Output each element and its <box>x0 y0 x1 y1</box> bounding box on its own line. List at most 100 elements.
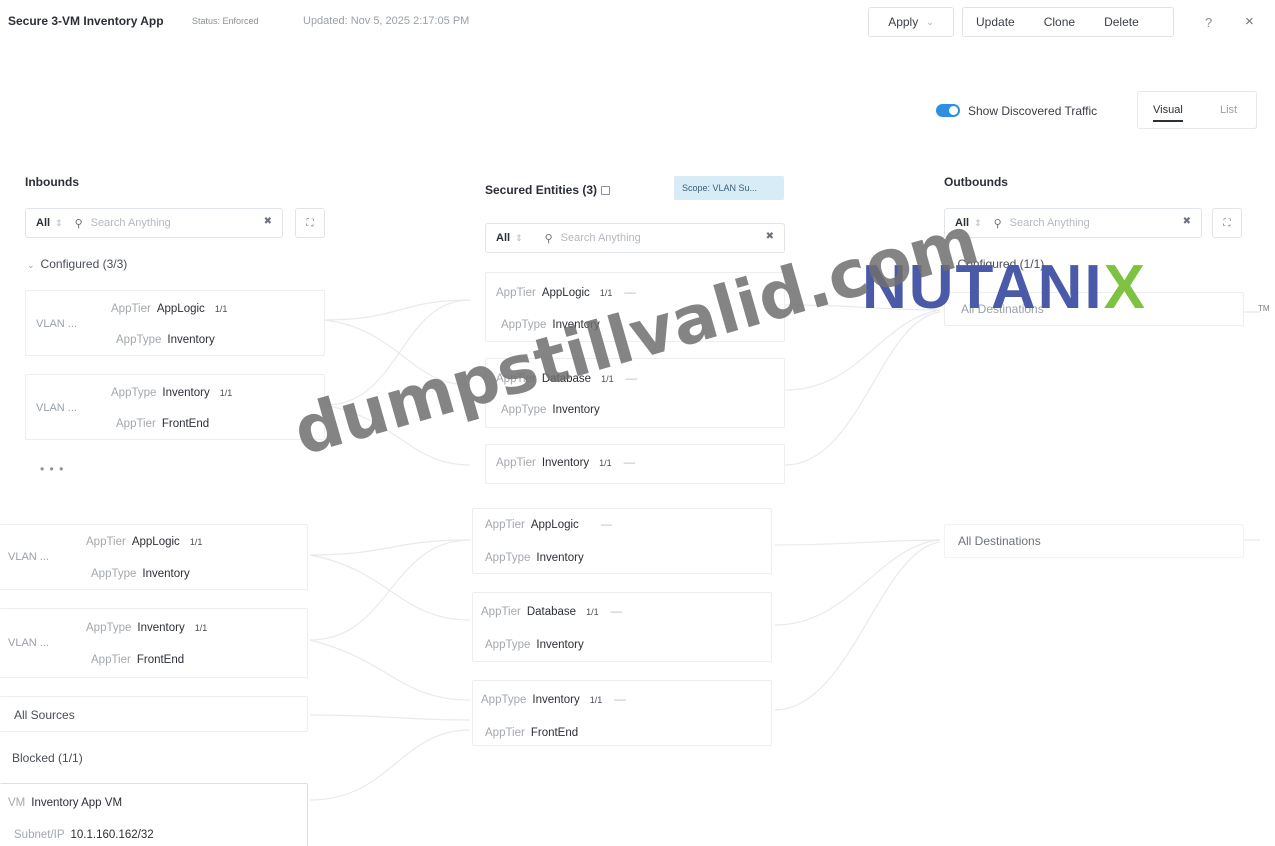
dash: — <box>614 694 626 706</box>
inbound-card[interactable]: VLAN ... AppType Inventory 1/1 AppTier Fron… <box>0 608 308 678</box>
link-line <box>774 539 941 546</box>
logo-trademark: TM <box>1258 304 1270 313</box>
inbounds-search-input[interactable]: Search Anything <box>91 217 171 229</box>
sort-icon: ⇕ <box>974 217 982 228</box>
category-value: Inventory <box>142 568 190 580</box>
all-sources-label: All Sources <box>14 708 75 722</box>
category-value: Inventory <box>167 334 215 346</box>
category-key: AppType <box>86 622 132 634</box>
match-count: 1/1 <box>599 288 613 298</box>
blocked-card-row: VM Inventory App VM <box>8 797 122 809</box>
sort-icon: ⇕ <box>55 217 63 228</box>
entity-row: AppTier AppLogic — <box>485 519 612 531</box>
search-icon: ⚲ <box>74 217 83 230</box>
category-key: AppTier <box>116 418 156 430</box>
info-icon[interactable] <box>601 186 611 195</box>
category-value: Inventory <box>162 387 210 399</box>
category-value: FrontEnd <box>161 418 210 430</box>
category-value: Database <box>526 606 577 618</box>
match-count: 1/1 <box>189 537 203 547</box>
dash: — <box>610 606 623 618</box>
outbounds-search-input[interactable]: Search Anything <box>1010 217 1090 229</box>
entity-row: AppTier Database 1/1 — <box>481 606 622 618</box>
destination-label: All Destinations <box>958 534 1041 548</box>
clear-icon[interactable]: ✖ <box>264 216 272 227</box>
inbound-card-row: AppType Inventory 1/1 <box>86 622 207 634</box>
inbound-card-row: AppTier AppLogic 1/1 <box>111 303 227 315</box>
inbound-card[interactable]: VLAN ... AppType Inventory 1/1 AppTier Fron… <box>25 374 325 440</box>
link-line <box>309 539 471 556</box>
expand-icon[interactable]: ⛶ <box>295 208 325 238</box>
logo-x: X <box>1103 253 1147 322</box>
category-key: AppType <box>111 387 157 399</box>
inbounds-title: Inbounds <box>25 175 79 189</box>
category-value: AppLogic <box>530 519 579 531</box>
category-key: AppTier <box>485 727 525 739</box>
inbounds-filter-select[interactable]: All <box>36 217 50 229</box>
category-value: AppLogic <box>131 536 180 548</box>
chevron-down-icon: ⌄ <box>27 260 35 270</box>
entity-row: AppType Inventory <box>485 552 584 564</box>
entity-row: AppType Inventory 1/1 — <box>481 694 626 706</box>
entity-row: AppType Inventory <box>485 639 584 651</box>
match-count: 1/1 <box>214 304 228 314</box>
entity-row: AppTier AppLogic 1/1— <box>496 287 636 299</box>
match-count: 1/1 <box>194 623 208 633</box>
match-count: 1/1 <box>586 607 599 617</box>
secured-entity-card[interactable]: AppType Inventory 1/1 — AppTier FrontEnd <box>472 680 772 746</box>
category-value: AppLogic <box>541 287 590 299</box>
blocked-section-label[interactable]: Blocked (1/1) <box>12 751 83 765</box>
secured-entities-title: Secured Entities (3) <box>485 183 611 197</box>
category-key: AppTier <box>485 519 525 531</box>
category-key: AppType <box>485 639 531 651</box>
category-key: AppType <box>485 552 531 564</box>
dash: — <box>600 519 613 531</box>
category-key: Subnet/IP <box>14 829 65 841</box>
inbound-card-row: AppTier FrontEnd <box>91 654 184 666</box>
more-indicator[interactable]: • • • <box>40 462 64 476</box>
category-key: AppTier <box>481 606 521 618</box>
category-value: FrontEnd <box>136 654 185 666</box>
destination-card[interactable]: All Destinations <box>944 524 1244 558</box>
inbound-card[interactable]: VLAN ... AppTier AppLogic 1/1 AppType Inven… <box>0 524 308 590</box>
source-type: VLAN ... <box>8 551 49 563</box>
sort-icon: ⇕ <box>515 232 523 243</box>
secured-search-input[interactable]: Search Anything <box>561 232 641 244</box>
blocked-card[interactable]: VM Inventory App VM Subnet/IP 10.1.160.162… <box>0 783 308 846</box>
outbounds-search[interactable]: All ⇕ ⚲ Search Anything ✖ <box>944 208 1202 238</box>
inbounds-search[interactable]: All ⇕ ⚲ Search Anything ✖ <box>25 208 283 238</box>
secured-entity-card[interactable]: AppTier Database 1/1 — AppType Inventory <box>472 592 772 662</box>
category-value: Inventory <box>536 552 584 564</box>
dash: — <box>623 457 636 469</box>
category-key: AppType <box>116 334 162 346</box>
link-line <box>774 539 941 626</box>
search-icon: ⚲ <box>544 232 553 245</box>
secured-entity-card[interactable]: AppTier AppLogic — AppType Inventory <box>472 508 772 574</box>
category-key: VM <box>8 797 26 809</box>
inbounds-configured-label: Configured (3/3) <box>40 257 128 271</box>
inbounds-configured-toggle[interactable]: ⌄ Configured (3/3) <box>27 257 127 271</box>
inbound-card[interactable]: VLAN ... AppTier AppLogic 1/1 AppType Inven… <box>25 290 325 356</box>
entity-row: AppTier Inventory 1/1 — <box>496 457 635 469</box>
outbounds-title: Outbounds <box>944 175 1008 189</box>
expand-icon[interactable]: ⛶ <box>1212 208 1242 238</box>
search-icon: ⚲ <box>993 217 1002 230</box>
clear-icon[interactable]: ✖ <box>1183 216 1191 227</box>
clear-icon[interactable]: ✖ <box>766 231 774 242</box>
link-line <box>784 311 941 466</box>
source-type: VLAN ... <box>8 637 49 649</box>
scope-badge[interactable]: Scope: VLAN Su... <box>674 176 784 200</box>
secured-entity-card[interactable]: AppTier Inventory 1/1 — <box>485 444 785 484</box>
secured-filter-select[interactable]: All <box>496 232 510 244</box>
secured-search[interactable]: All ⇕ ⚲ Search Anything ✖ <box>485 223 785 253</box>
category-value: Inventory <box>532 694 580 706</box>
category-key: AppTier <box>91 654 131 666</box>
link-line <box>309 714 471 721</box>
vm-name: Inventory App VM <box>31 797 123 809</box>
subnet-value: 10.1.160.162/32 <box>70 829 154 841</box>
link-line <box>309 729 471 801</box>
inbound-card-row: AppTier AppLogic 1/1 <box>86 536 202 548</box>
entity-row: AppTier FrontEnd <box>485 727 578 739</box>
all-sources-card[interactable]: All Sources <box>0 696 308 732</box>
category-key: AppType <box>91 568 137 580</box>
